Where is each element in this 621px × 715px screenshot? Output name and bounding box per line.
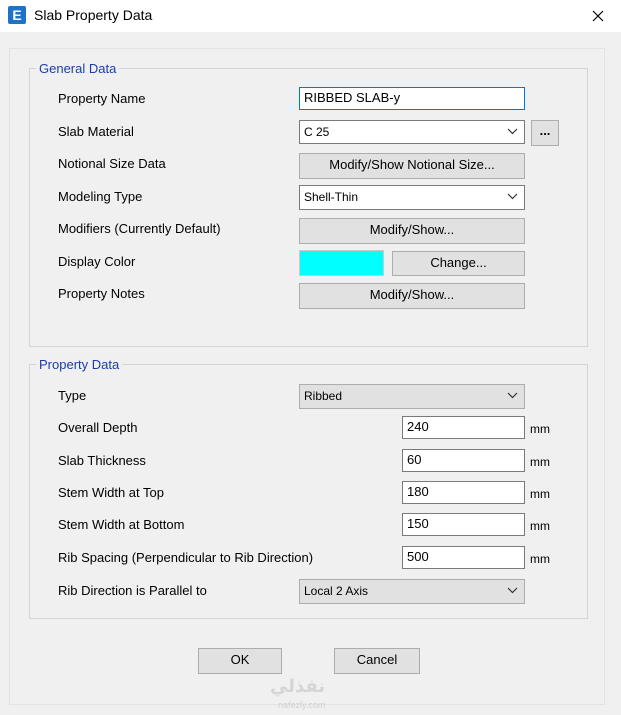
rib-direction-select[interactable]: Local 2 Axis xyxy=(299,579,525,604)
overall-depth-input[interactable]: 240 xyxy=(402,416,525,439)
etabs-app-icon: E xyxy=(8,6,26,24)
stem-width-top-unit: mm xyxy=(530,487,550,501)
rib-spacing-input[interactable]: 500 xyxy=(402,546,525,569)
type-label: Type xyxy=(58,388,87,403)
slab-material-label: Slab Material xyxy=(58,124,134,139)
modifiers-label: Modifiers (Currently Default) xyxy=(58,221,221,236)
title-bar: E Slab Property Data xyxy=(0,0,621,32)
chevron-down-icon xyxy=(507,392,518,399)
stem-width-bottom-input[interactable]: 150 xyxy=(402,513,525,536)
ok-button[interactable]: OK xyxy=(198,648,282,674)
material-more-button[interactable]: ... xyxy=(531,120,559,146)
display-color-swatch[interactable] xyxy=(299,250,384,276)
modeling-type-value: Shell-Thin xyxy=(304,190,359,204)
cancel-button[interactable]: Cancel xyxy=(334,648,420,674)
rib-spacing-label: Rib Spacing (Perpendicular to Rib Direct… xyxy=(58,550,314,565)
slab-thickness-label: Slab Thickness xyxy=(58,453,146,468)
slab-property-dialog: E Slab Property Data General Data Proper… xyxy=(0,0,621,715)
dialog-title: Slab Property Data xyxy=(34,7,153,23)
property-name-label: Property Name xyxy=(58,91,146,106)
stem-width-bottom-unit: mm xyxy=(530,519,550,533)
overall-depth-label: Overall Depth xyxy=(58,420,138,435)
property-data-legend: Property Data xyxy=(39,357,120,372)
modifiers-button[interactable]: Modify/Show... xyxy=(299,218,525,244)
general-data-legend: General Data xyxy=(39,61,117,76)
close-icon xyxy=(592,10,604,22)
stem-width-top-label: Stem Width at Top xyxy=(58,485,164,500)
property-notes-button[interactable]: Modify/Show... xyxy=(299,283,525,309)
change-color-button[interactable]: Change... xyxy=(392,251,525,276)
slab-material-value: C 25 xyxy=(304,125,330,139)
chevron-down-icon xyxy=(507,587,518,594)
slab-thickness-input[interactable]: 60 xyxy=(402,449,525,472)
slab-thickness-unit: mm xyxy=(530,455,550,469)
modeling-type-select[interactable]: Shell-Thin xyxy=(299,185,525,210)
stem-width-top-input[interactable]: 180 xyxy=(402,481,525,504)
watermark-logo: نفذلي xyxy=(270,676,326,696)
notional-size-button[interactable]: Modify/Show Notional Size... xyxy=(299,153,525,179)
chevron-down-icon xyxy=(507,128,518,135)
chevron-down-icon xyxy=(507,193,518,200)
display-color-label: Display Color xyxy=(58,254,136,269)
modeling-type-label: Modeling Type xyxy=(58,189,143,204)
rib-spacing-unit: mm xyxy=(530,552,550,566)
watermark-url: nafezly.com xyxy=(278,700,326,710)
type-select[interactable]: Ribbed xyxy=(299,384,525,409)
property-notes-label: Property Notes xyxy=(58,286,145,301)
notional-size-label: Notional Size Data xyxy=(58,156,166,171)
overall-depth-unit: mm xyxy=(530,422,550,436)
rib-direction-label: Rib Direction is Parallel to xyxy=(58,583,207,598)
property-name-input[interactable]: RIBBED SLAB-y xyxy=(299,87,525,110)
slab-material-select[interactable]: C 25 xyxy=(299,120,525,144)
type-value: Ribbed xyxy=(304,389,343,403)
rib-direction-value: Local 2 Axis xyxy=(304,584,369,598)
close-button[interactable] xyxy=(575,0,621,32)
stem-width-bottom-label: Stem Width at Bottom xyxy=(58,517,185,532)
